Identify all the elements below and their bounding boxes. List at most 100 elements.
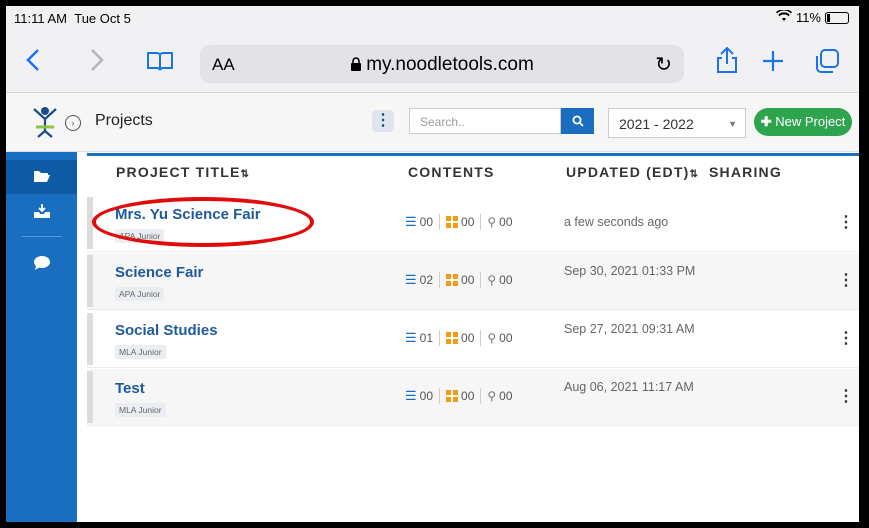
- url-text: my.noodletools.com: [200, 54, 684, 76]
- updated-time: Sep 30, 2021 01:33 PM: [564, 264, 696, 278]
- project-title-link[interactable]: Social Studies: [115, 322, 218, 339]
- notecards-count: 00: [461, 331, 475, 345]
- project-title-link[interactable]: Mrs. Yu Science Fair: [115, 206, 261, 223]
- row-menu-icon[interactable]: ⋮: [838, 212, 854, 232]
- status-time: 11:11 AM Tue Oct 5: [14, 11, 131, 26]
- sources-icon: ☰: [405, 330, 417, 345]
- row-menu-icon[interactable]: ⋮: [838, 328, 854, 348]
- notecards-icon: [446, 216, 459, 228]
- new-tab-icon[interactable]: [762, 50, 784, 76]
- sources-icon: ☰: [405, 272, 417, 287]
- search-button[interactable]: [561, 108, 594, 134]
- attachments-count: 00: [499, 215, 513, 229]
- citation-style-badge: MLA Junior: [115, 403, 166, 417]
- lock-icon: [351, 57, 362, 71]
- plus-icon: ✚: [760, 114, 772, 129]
- row-menu-icon[interactable]: ⋮: [838, 386, 854, 406]
- sidebar-item-projects[interactable]: [6, 160, 77, 194]
- inbox-download-icon: [33, 204, 50, 218]
- table-row[interactable]: Mrs. Yu Science Fair APA Junior ☰ 00 00 ⚲…: [87, 195, 859, 252]
- column-header-title[interactable]: PROJECT TITLE⇅: [116, 164, 250, 180]
- divider: [480, 330, 482, 346]
- updated-time: a few seconds ago: [564, 215, 669, 229]
- table-row[interactable]: Social Studies MLA Junior ☰ 01 00 ⚲ 00 Sep…: [87, 311, 859, 368]
- project-title-link[interactable]: Science Fair: [115, 264, 203, 281]
- year-select[interactable]: 2021 - 2022 ▼: [608, 108, 746, 138]
- search-input[interactable]: Search..: [409, 108, 561, 134]
- updated-time: Aug 06, 2021 11:17 AM: [564, 380, 694, 394]
- column-header-updated[interactable]: UPDATED (EDT)⇅: [566, 164, 699, 180]
- column-updated-label: UPDATED (EDT): [566, 164, 690, 180]
- wifi-icon: [775, 9, 792, 25]
- forward-icon[interactable]: [90, 48, 104, 76]
- notecards-icon: [446, 274, 459, 286]
- contents-counts[interactable]: ☰ 02 00 ⚲ 00: [405, 272, 513, 288]
- noodletools-logo-icon[interactable]: [32, 105, 58, 139]
- notecards-icon: [446, 390, 459, 402]
- status-bar: 11:11 AM Tue Oct 5 11%: [6, 6, 859, 32]
- notecards-count: 00: [461, 389, 475, 403]
- sidebar-item-inbox[interactable]: [6, 196, 77, 230]
- battery-icon: [825, 11, 849, 24]
- divider: [480, 214, 482, 230]
- year-value: 2021 - 2022: [619, 116, 694, 132]
- bookmarks-icon[interactable]: [146, 50, 174, 76]
- paperclip-icon: ⚲: [487, 331, 497, 345]
- chevron-down-icon: ▼: [728, 119, 737, 129]
- contents-counts[interactable]: ☰ 00 00 ⚲ 00: [405, 214, 513, 230]
- row-handle: [87, 255, 93, 307]
- updated-time: Sep 27, 2021 09:31 AM: [564, 322, 695, 336]
- reload-icon[interactable]: ↻: [655, 52, 672, 77]
- sort-icon: ⇅: [689, 169, 700, 180]
- sources-count: 02: [419, 273, 434, 287]
- sources-count: 00: [419, 215, 434, 229]
- back-icon[interactable]: [26, 48, 40, 76]
- column-title-label: PROJECT TITLE: [116, 164, 241, 180]
- battery-percent: 11%: [795, 10, 821, 25]
- attachments-count: 00: [499, 273, 513, 287]
- sidebar: [6, 152, 77, 522]
- divider: [439, 272, 441, 288]
- sources-count: 00: [419, 389, 434, 403]
- row-menu-icon[interactable]: ⋮: [838, 270, 854, 290]
- row-handle: [87, 197, 93, 249]
- table-row[interactable]: Science Fair APA Junior ☰ 02 00 ⚲ 00 Sep 3…: [87, 253, 859, 310]
- divider: [480, 388, 482, 404]
- time-text: 11:11 AM: [14, 11, 67, 26]
- table-top-border: [87, 153, 859, 156]
- options-menu-icon[interactable]: ⋮: [372, 110, 394, 132]
- breadcrumb: Projects: [95, 112, 153, 129]
- divider: [439, 214, 441, 230]
- divider: [480, 272, 482, 288]
- attachments-count: 00: [499, 331, 513, 345]
- new-project-button[interactable]: ✚ New Project: [754, 108, 852, 136]
- sources-icon: ☰: [405, 214, 417, 229]
- paperclip-icon: ⚲: [487, 389, 497, 403]
- search-icon: [572, 115, 584, 127]
- paperclip-icon: ⚲: [487, 273, 497, 287]
- status-right: 11%: [775, 9, 849, 25]
- divider: [439, 388, 441, 404]
- paperclip-icon: ⚲: [487, 215, 497, 229]
- contents-counts[interactable]: ☰ 00 00 ⚲ 00: [405, 388, 513, 404]
- tabs-icon[interactable]: [814, 48, 840, 78]
- notecards-count: 00: [461, 273, 475, 287]
- column-header-sharing: SHARING: [709, 164, 782, 180]
- table-row[interactable]: Test MLA Junior ☰ 00 00 ⚲ 00 Aug 06, 2021 …: [87, 369, 859, 426]
- share-icon[interactable]: [716, 46, 738, 78]
- citation-style-badge: APA Junior: [115, 287, 165, 301]
- attachments-count: 00: [499, 389, 513, 403]
- sidebar-item-messages[interactable]: [6, 248, 77, 282]
- app-frame: 11:11 AM Tue Oct 5 11% AA my.noodletools…: [6, 6, 859, 522]
- expand-sidebar-icon[interactable]: ›: [65, 115, 81, 131]
- sources-count: 01: [419, 331, 434, 345]
- address-bar[interactable]: AA my.noodletools.com ↻: [200, 45, 684, 83]
- sort-icon: ⇅: [240, 169, 251, 180]
- date-text: Tue Oct 5: [74, 11, 131, 26]
- sidebar-divider: [22, 236, 62, 237]
- url-value: my.noodletools.com: [366, 54, 534, 75]
- folder-open-icon: [33, 171, 50, 182]
- contents-counts[interactable]: ☰ 01 00 ⚲ 00: [405, 330, 513, 346]
- project-title-link[interactable]: Test: [115, 380, 145, 397]
- row-handle: [87, 371, 93, 423]
